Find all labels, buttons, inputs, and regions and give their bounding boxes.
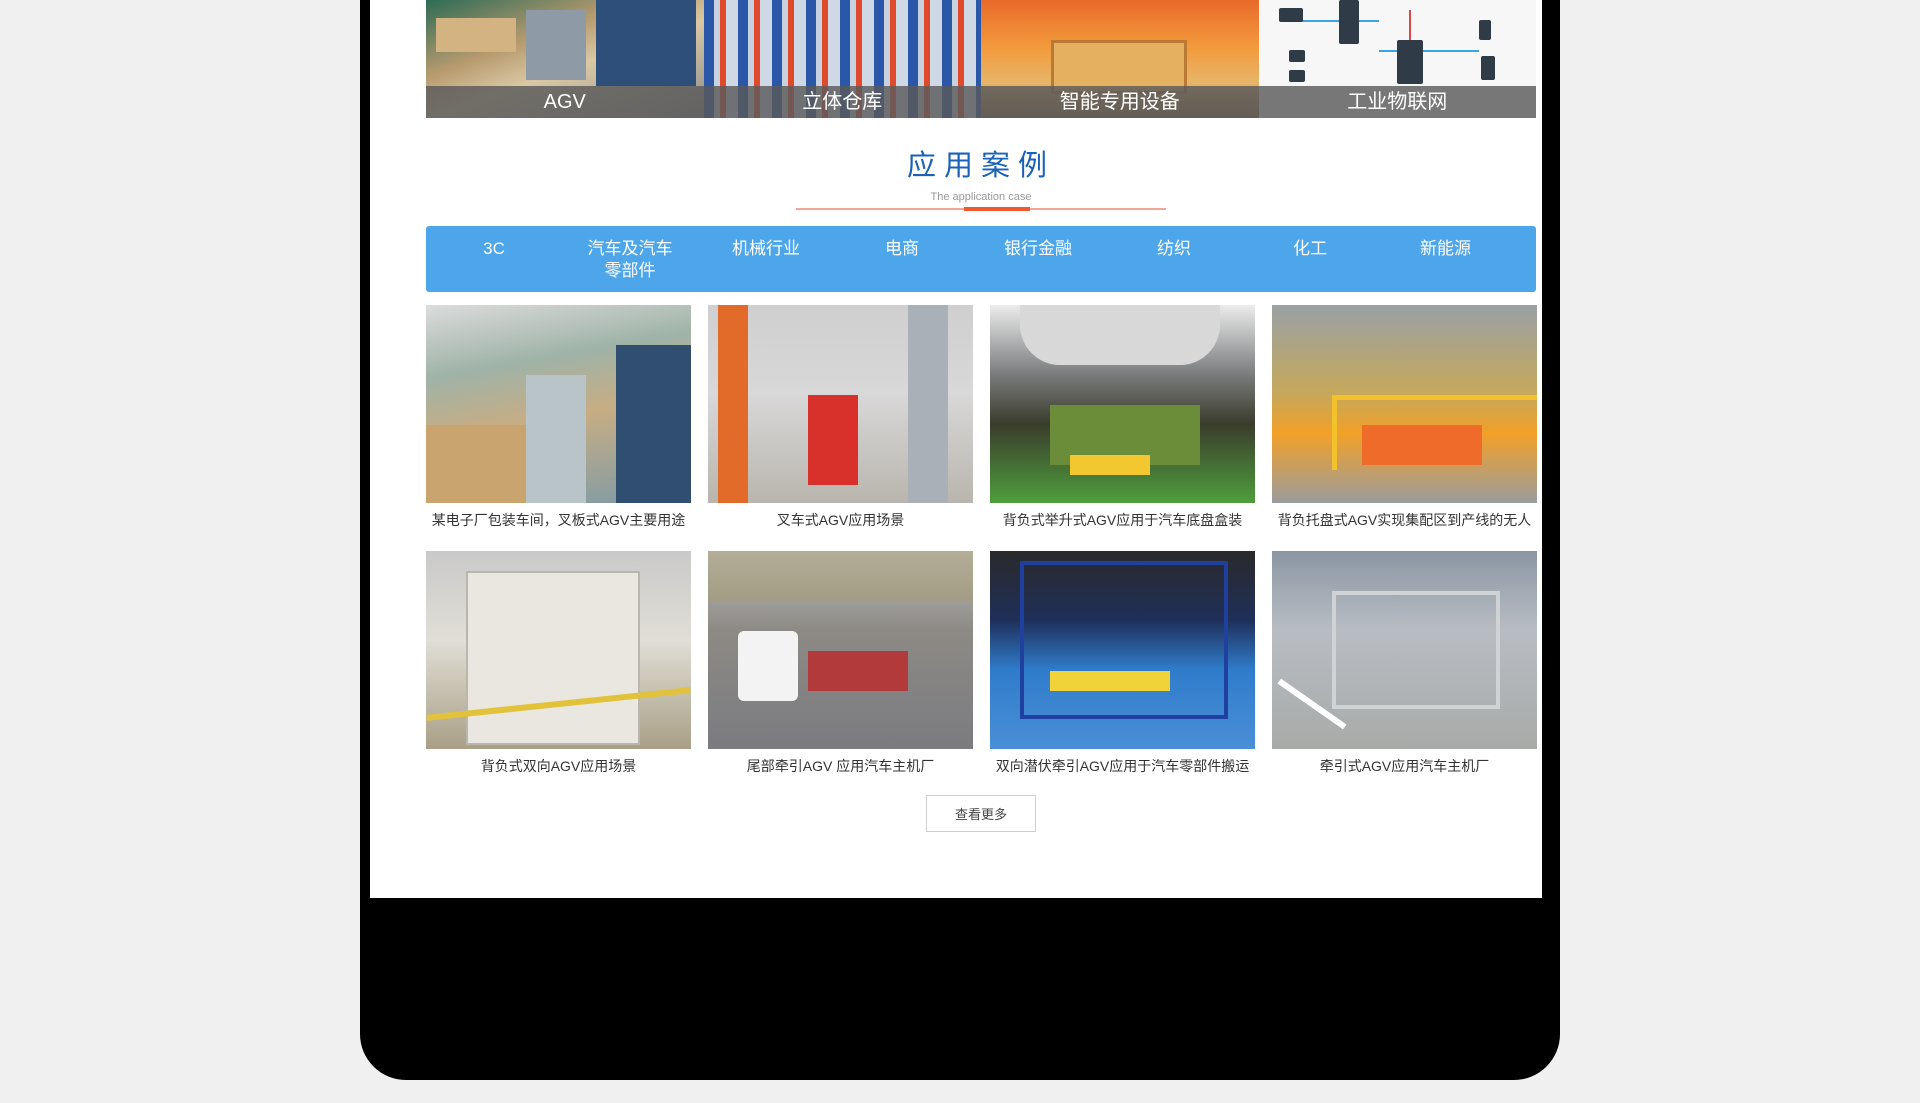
tab-machinery[interactable]: 机械行业: [698, 226, 834, 292]
case-card[interactable]: 背负式举升式AGV应用于汽车底盘盒装: [990, 305, 1255, 536]
tab-new-energy[interactable]: 新能源: [1378, 226, 1513, 292]
tab-ecommerce[interactable]: 电商: [834, 226, 970, 292]
product-card-agv[interactable]: AGV: [426, 0, 704, 118]
case-card[interactable]: 叉车式AGV应用场景: [708, 305, 973, 536]
case-card[interactable]: 背负托盘式AGV实现集配区到产线的无人: [1272, 305, 1537, 536]
section-subtitle: The application case: [930, 191, 1032, 203]
tab-banking[interactable]: 银行金融: [970, 226, 1106, 292]
case-image: [990, 305, 1255, 503]
case-card[interactable]: 某电子厂包装车间，叉板式AGV主要用途: [426, 305, 691, 536]
product-caption: 立体仓库: [703, 86, 981, 118]
case-card[interactable]: 背负式双向AGV应用场景: [426, 551, 691, 782]
case-image: [708, 305, 973, 503]
case-card[interactable]: 双向潜伏牵引AGV应用于汽车零部件搬运: [990, 551, 1255, 782]
case-image: [708, 551, 973, 749]
case-title: 叉车式AGV应用场景: [776, 512, 905, 528]
tab-chemical[interactable]: 化工: [1242, 226, 1378, 292]
case-image: [1272, 551, 1537, 749]
case-card[interactable]: 牵引式AGV应用汽车主机厂: [1272, 551, 1537, 782]
product-card-iiot[interactable]: 工业物联网: [1258, 0, 1536, 118]
product-card-warehouse[interactable]: 立体仓库: [703, 0, 981, 118]
case-card[interactable]: 尾部牵引AGV 应用汽车主机厂: [708, 551, 973, 782]
case-image: [426, 551, 691, 749]
category-tabs: 3C 汽车及汽车零部件 机械行业 电商 银行金融 纺织 化工 新能源: [426, 226, 1536, 292]
case-title: 背负式举升式AGV应用于汽车底盘盒装: [1002, 512, 1243, 528]
case-image: [990, 551, 1255, 749]
tab-automotive[interactable]: 汽车及汽车零部件: [562, 226, 698, 292]
tab-textile[interactable]: 纺织: [1106, 226, 1242, 292]
case-title: 某电子厂包装车间，叉板式AGV主要用途: [431, 512, 686, 528]
title-divider-accent: [964, 207, 1030, 211]
case-grid: 某电子厂包装车间，叉板式AGV主要用途 叉车式AGV应用场景 背负式举升式AGV…: [426, 305, 1537, 782]
case-title: 双向潜伏牵引AGV应用于汽车零部件搬运: [995, 758, 1250, 774]
product-caption: 工业物联网: [1258, 86, 1536, 118]
case-image: [426, 305, 691, 503]
case-title: 背负托盘式AGV实现集配区到产线的无人: [1277, 512, 1532, 528]
tab-3c[interactable]: 3C: [426, 226, 562, 292]
content-area: AGV 立体仓库 智能专用设备 工业物联网 应用案例 The applicati…: [426, 0, 1537, 832]
case-title: 牵引式AGV应用汽车主机厂: [1319, 758, 1490, 774]
product-card-smart-equipment[interactable]: 智能专用设备: [981, 0, 1259, 118]
product-caption: AGV: [426, 86, 704, 118]
product-caption: 智能专用设备: [981, 86, 1259, 118]
view-more-button[interactable]: 查看更多: [926, 795, 1036, 832]
product-strip: AGV 立体仓库 智能专用设备 工业物联网: [426, 0, 1536, 118]
page-screen: AGV 立体仓库 智能专用设备 工业物联网 应用案例 The applicati…: [370, 0, 1542, 898]
case-title: 尾部牵引AGV 应用汽车主机厂: [746, 758, 935, 774]
case-title: 背负式双向AGV应用场景: [480, 758, 637, 774]
section-title: 应用案例: [906, 150, 1055, 182]
case-image: [1272, 305, 1537, 503]
title-divider: [796, 207, 1166, 211]
